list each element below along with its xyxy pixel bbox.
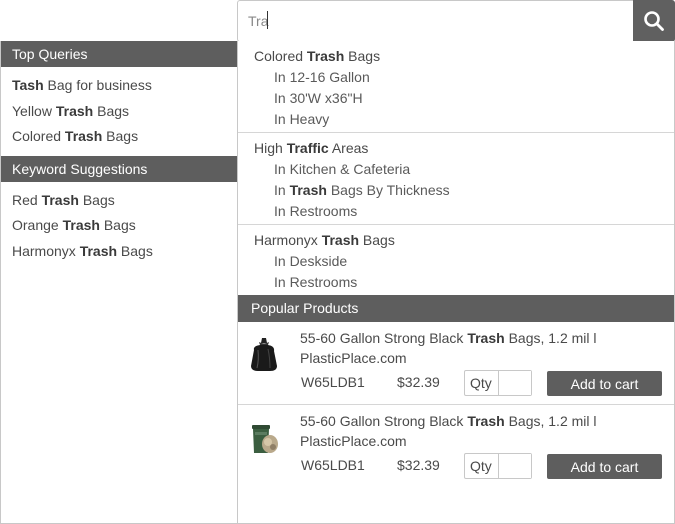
keyword-item[interactable]: Orange Trash Bags bbox=[1, 213, 237, 239]
top-query-item[interactable]: Colored Trash Bags bbox=[1, 124, 237, 150]
qty-input[interactable] bbox=[499, 371, 531, 395]
quantity-field: Qty bbox=[464, 453, 532, 479]
category-sub-item[interactable]: In Kitchen & Cafeteria bbox=[238, 159, 674, 180]
top-queries-list: Tash Bag for business Yellow Trash Bags … bbox=[1, 67, 237, 156]
category-sub-item[interactable]: In 12-16 Gallon bbox=[238, 67, 674, 88]
product-card: 55-60 Gallon Strong Black Trash Bags, 1.… bbox=[238, 405, 674, 488]
product-name[interactable]: 55-60 Gallon Strong Black Trash Bags, 1.… bbox=[300, 328, 640, 368]
top-queries-header: Top Queries bbox=[1, 41, 237, 67]
product-sku: W65LDB1 bbox=[301, 457, 365, 473]
search-icon bbox=[644, 11, 664, 31]
qty-label: Qty bbox=[465, 454, 499, 478]
right-suggestions-panel: Colored Trash Bags In 12-16 Gallon In 30… bbox=[237, 41, 675, 524]
category-sub-item[interactable]: In Trash Bags By Thickness bbox=[238, 180, 674, 201]
add-to-cart-button[interactable]: Add to cart bbox=[547, 371, 662, 396]
category-group: Harmonyx Trash Bags In Deskside In Restr… bbox=[238, 225, 674, 295]
black-trash-bag-image[interactable] bbox=[248, 336, 280, 372]
category-title[interactable]: High Traffic Areas bbox=[238, 137, 674, 159]
text-caret bbox=[267, 11, 268, 29]
category-sub-item[interactable]: In Restrooms bbox=[238, 272, 674, 293]
category-title[interactable]: Harmonyx Trash Bags bbox=[238, 229, 674, 251]
popular-products-header: Popular Products bbox=[238, 295, 674, 322]
keyword-suggestions-header: Keyword Suggestions bbox=[1, 155, 237, 182]
keyword-item[interactable]: Harmonyx Trash Bags bbox=[1, 239, 237, 265]
search-button[interactable] bbox=[633, 0, 675, 42]
category-sub-item[interactable]: In Deskside bbox=[238, 251, 674, 272]
keyword-suggestions-list: Red Trash Bags Orange Trash Bags Harmony… bbox=[1, 182, 237, 271]
product-price: $32.39 bbox=[397, 374, 440, 390]
product-price: $32.39 bbox=[397, 457, 440, 473]
trash-can-with-bags-image[interactable] bbox=[248, 419, 280, 455]
top-query-item[interactable]: Tash Bag for business bbox=[1, 73, 237, 99]
category-sub-item[interactable]: In Heavy bbox=[238, 109, 674, 130]
category-sub-item[interactable]: In 30'W x36"H bbox=[238, 88, 674, 109]
keyword-item[interactable]: Red Trash Bags bbox=[1, 188, 237, 214]
category-title[interactable]: Colored Trash Bags bbox=[238, 45, 674, 67]
qty-input[interactable] bbox=[499, 454, 531, 478]
quantity-field: Qty bbox=[464, 370, 532, 396]
top-query-item[interactable]: Yellow Trash Bags bbox=[1, 99, 237, 125]
left-suggestions-panel: Top Queries Tash Bag for business Yellow… bbox=[0, 41, 238, 524]
search-bar bbox=[237, 0, 675, 42]
category-group: High Traffic Areas In Kitchen & Cafeteri… bbox=[238, 133, 674, 225]
search-input[interactable] bbox=[237, 0, 634, 42]
product-card: 55-60 Gallon Strong Black Trash Bags, 1.… bbox=[238, 322, 674, 405]
category-sub-item[interactable]: In Restrooms bbox=[238, 201, 674, 222]
product-sku: W65LDB1 bbox=[301, 374, 365, 390]
category-group: Colored Trash Bags In 12-16 Gallon In 30… bbox=[238, 41, 674, 133]
product-name[interactable]: 55-60 Gallon Strong Black Trash Bags, 1.… bbox=[300, 411, 640, 451]
qty-label: Qty bbox=[465, 371, 499, 395]
add-to-cart-button[interactable]: Add to cart bbox=[547, 454, 662, 479]
